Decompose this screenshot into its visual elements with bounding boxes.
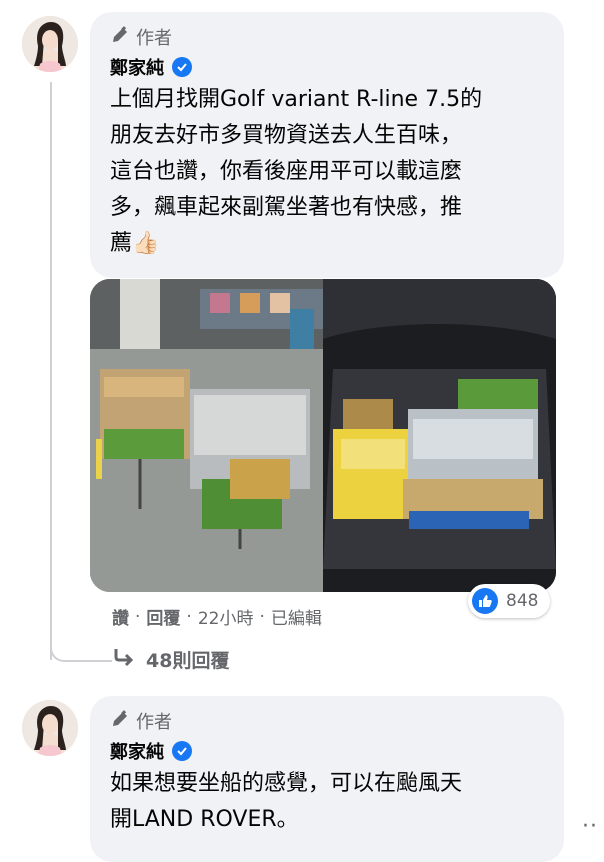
- avatar[interactable]: [22, 700, 78, 756]
- name-row: 鄭家純: [110, 52, 544, 82]
- avatar-portrait: [22, 700, 78, 756]
- comment-line: 開LAND ROVER。: [110, 807, 299, 832]
- avatar-portrait: [22, 16, 78, 72]
- avatar[interactable]: [22, 16, 78, 72]
- comment-text: 如果想要坐船的感覺，可以在颱風天 開LAND ROVER。: [110, 766, 544, 838]
- more-options-button[interactable]: ··: [582, 814, 598, 839]
- comment-bubble: 作者 鄭家純 上個月找開Golf variant R-line 7.5的 朋友去…: [90, 12, 564, 278]
- replies-count-label: 48則回覆: [146, 650, 230, 672]
- comment-actions: 讚 · 回覆 · 22小時 · 已編輯: [112, 604, 322, 630]
- author-badge: 作者: [110, 22, 544, 52]
- verified-badge-icon: [172, 741, 192, 761]
- comment-line: 薦👍🏻: [110, 231, 160, 256]
- timestamp[interactable]: 22小時: [198, 604, 254, 629]
- reaction-count: 848: [506, 591, 539, 611]
- author-badge: 作者: [110, 706, 544, 736]
- comment-line: 朋友去好市多買物資送去人生百味，: [110, 123, 463, 148]
- comment-line: 多，飆車起來副駕坐著也有快感，推: [110, 195, 463, 220]
- author-badge-label: 作者: [136, 28, 172, 49]
- reply-arrow-icon: [112, 647, 136, 672]
- commenter-name[interactable]: 鄭家純: [110, 738, 164, 764]
- comment-line: 上個月找開Golf variant R-line 7.5的: [110, 87, 483, 112]
- comment-text: 上個月找開Golf variant R-line 7.5的 朋友去好市多買物資送…: [110, 82, 544, 262]
- thread-line: [50, 82, 52, 660]
- commenter-name[interactable]: 鄭家純: [110, 54, 164, 80]
- view-replies-link[interactable]: 48則回覆: [112, 646, 229, 673]
- like-link[interactable]: 讚: [112, 604, 129, 629]
- comment-line: 如果想要坐船的感覺，可以在颱風天: [110, 771, 463, 796]
- photo-car-trunk: [323, 279, 556, 592]
- reply-link[interactable]: 回覆: [146, 604, 180, 629]
- author-badge-label: 作者: [136, 712, 172, 733]
- separator-dot: ·: [259, 606, 265, 627]
- verified-badge-icon: [172, 57, 192, 77]
- name-row: 鄭家純: [110, 736, 544, 766]
- comment-line: 這台也讚，你看後座用平可以載這麼: [110, 159, 463, 184]
- comment-photo[interactable]: [90, 279, 556, 592]
- separator-dot: ·: [135, 606, 141, 627]
- separator-dot: ·: [186, 606, 192, 627]
- thread-hook: [50, 640, 112, 662]
- edited-label[interactable]: 已編輯: [271, 604, 322, 629]
- comment-bubble: 作者 鄭家純 如果想要坐船的感覺，可以在颱風天 開LAND ROVER。: [90, 696, 564, 862]
- like-reaction-icon: [472, 588, 498, 614]
- pen-icon: [110, 709, 130, 734]
- photo-costco-carts: [90, 279, 323, 592]
- reaction-summary[interactable]: 848: [468, 584, 551, 618]
- pen-icon: [110, 25, 130, 50]
